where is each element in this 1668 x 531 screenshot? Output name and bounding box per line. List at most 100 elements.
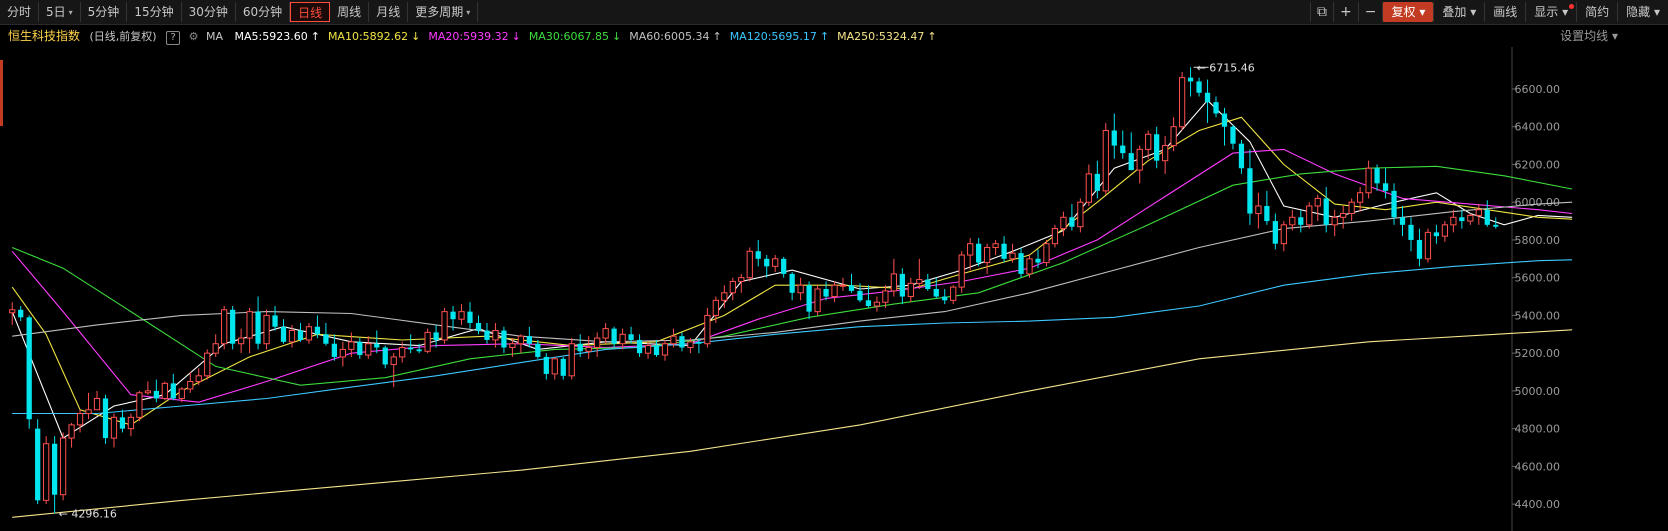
y-axis-tick-label: 6000.00 xyxy=(1515,196,1561,209)
display-button[interactable]: 显示 ▾ xyxy=(1525,2,1576,22)
candle-body-up xyxy=(1026,258,1033,275)
candle-body-down xyxy=(899,273,905,297)
candle-body-up xyxy=(594,337,601,348)
candle-body-up xyxy=(263,314,270,345)
candle-body-down xyxy=(1187,77,1194,82)
candle-body-up xyxy=(288,330,296,343)
tab-4[interactable]: 30分钟 xyxy=(182,2,236,22)
lock-icon[interactable]: ⧉ xyxy=(1310,2,1333,22)
candle-body-up xyxy=(1136,148,1143,171)
chevron-down-icon: ▾ xyxy=(1653,5,1660,19)
tab-label: 周线 xyxy=(337,5,362,19)
candle-body-down xyxy=(925,279,931,289)
candle-body-down xyxy=(933,289,939,297)
candle-body-down xyxy=(628,334,634,340)
gear-icon[interactable]: ⚙ xyxy=(189,27,199,47)
candle-body-down xyxy=(297,330,304,340)
candle-body-up xyxy=(882,290,889,303)
candle-body-up xyxy=(1162,145,1169,162)
candle-body-down xyxy=(1213,102,1219,114)
candle-body-up xyxy=(399,347,406,358)
candle-body-up xyxy=(958,254,965,288)
help-icon[interactable]: ? xyxy=(166,31,181,45)
candle-body-down xyxy=(1221,113,1228,127)
y-axis-tick-label: 6200.00 xyxy=(1515,158,1561,171)
candle-body-up xyxy=(907,282,914,298)
tab-7[interactable]: 周线 xyxy=(330,2,370,22)
candle-body-down xyxy=(501,330,507,348)
tab-label: 分时 xyxy=(7,5,32,19)
candle-body-up xyxy=(424,331,431,352)
chevron-down-icon: ▾ xyxy=(1611,29,1618,43)
candle-body-up xyxy=(661,343,669,356)
candle-body-up xyxy=(983,246,991,264)
simple-mode-button[interactable]: 简约 xyxy=(1576,2,1617,22)
tab-3[interactable]: 15分钟 xyxy=(127,2,182,22)
candle-body-up xyxy=(746,250,753,279)
tab-5[interactable]: 60分钟 xyxy=(236,2,291,22)
indicator-bar: 恒生科技指数 (日线,前复权) ? ⚙ MA MA5:5923.60 ↑ MA10:… xyxy=(0,26,1668,46)
candle-body-up xyxy=(246,311,253,339)
candle-body-down xyxy=(374,343,380,348)
tab-1[interactable]: 5日 ▾ xyxy=(39,2,81,22)
candle-body-up xyxy=(221,309,228,345)
zoom-out-button[interactable]: − xyxy=(1357,2,1383,22)
arrow-up-icon: ↑ xyxy=(712,30,722,43)
y-axis-tick-label: 5600.00 xyxy=(1515,272,1561,285)
candle-body-down xyxy=(764,258,770,267)
candle-body-up xyxy=(1441,224,1449,237)
candle-body-down xyxy=(1416,239,1423,259)
candle-body-up xyxy=(76,413,84,426)
candle-body-up xyxy=(110,416,118,439)
arrow-up-icon: ↑ xyxy=(927,30,937,43)
zoom-in-button[interactable]: + xyxy=(1333,2,1358,22)
tab-2[interactable]: 5分钟 xyxy=(81,2,128,22)
tab-6[interactable]: 日线 xyxy=(290,2,331,22)
kline-chart[interactable]: 6600.00 6400.00 6200.00 6000.00 5800.00 5600.… xyxy=(0,47,1668,531)
ma-value-0: MA5:5923.60 xyxy=(234,30,308,43)
y-axis-tick-label: 6400.00 xyxy=(1515,121,1561,134)
candle-body-down xyxy=(1238,143,1245,169)
candle-body-up xyxy=(839,284,847,287)
candle-body-up xyxy=(93,397,101,411)
candle-body-up xyxy=(873,301,881,307)
chevron-down-icon: ▾ xyxy=(1470,5,1477,19)
overlay-button[interactable]: 叠加 ▾ xyxy=(1433,2,1484,22)
candle-body-down xyxy=(755,251,761,259)
candle-body-down xyxy=(806,285,812,312)
candle-body-down xyxy=(119,417,126,429)
candle-body-up xyxy=(136,392,143,418)
candle-body-down xyxy=(475,322,482,331)
set-ma-button[interactable]: 设置均线 ▾ xyxy=(1560,26,1618,46)
candle-body-down xyxy=(1408,224,1414,240)
index-name: 恒生科技指数 xyxy=(8,29,81,43)
candle-body-down xyxy=(1399,217,1406,225)
candle-body-down xyxy=(230,309,236,344)
candle-body-down xyxy=(857,290,863,301)
candle-body-up xyxy=(721,292,728,301)
candle-body-up xyxy=(204,352,211,377)
y-axis-tick-label: 5400.00 xyxy=(1515,309,1561,322)
tab-8[interactable]: 月线 xyxy=(369,2,409,22)
candle-body-down xyxy=(1323,198,1329,225)
candle-body-up xyxy=(950,286,957,301)
tab-0[interactable]: 分时 xyxy=(0,2,40,22)
tab-9[interactable]: 更多周期 ▾ xyxy=(408,2,479,22)
ma-value-5: MA120:5695.17 xyxy=(729,30,817,43)
candle-body-up xyxy=(568,343,575,377)
draw-line-button[interactable]: 画线 xyxy=(1484,2,1525,22)
candle-body-up xyxy=(517,335,525,345)
candle-body-down xyxy=(408,347,414,350)
fuquan-button[interactable]: 复权 ▾ xyxy=(1382,2,1434,22)
candle-body-up xyxy=(772,258,779,267)
candle-body-up xyxy=(704,314,711,345)
candle-body-up xyxy=(712,299,719,316)
tab-label: 日线 xyxy=(298,6,323,20)
candle-body-down xyxy=(1035,258,1041,263)
candle-body-up xyxy=(144,390,152,394)
candle-body-down xyxy=(272,315,278,327)
candle-body-down xyxy=(357,341,363,356)
candle-body-up xyxy=(127,416,135,430)
hide-button[interactable]: 隐藏 ▾ xyxy=(1617,2,1668,22)
candle-body-up xyxy=(237,337,245,345)
